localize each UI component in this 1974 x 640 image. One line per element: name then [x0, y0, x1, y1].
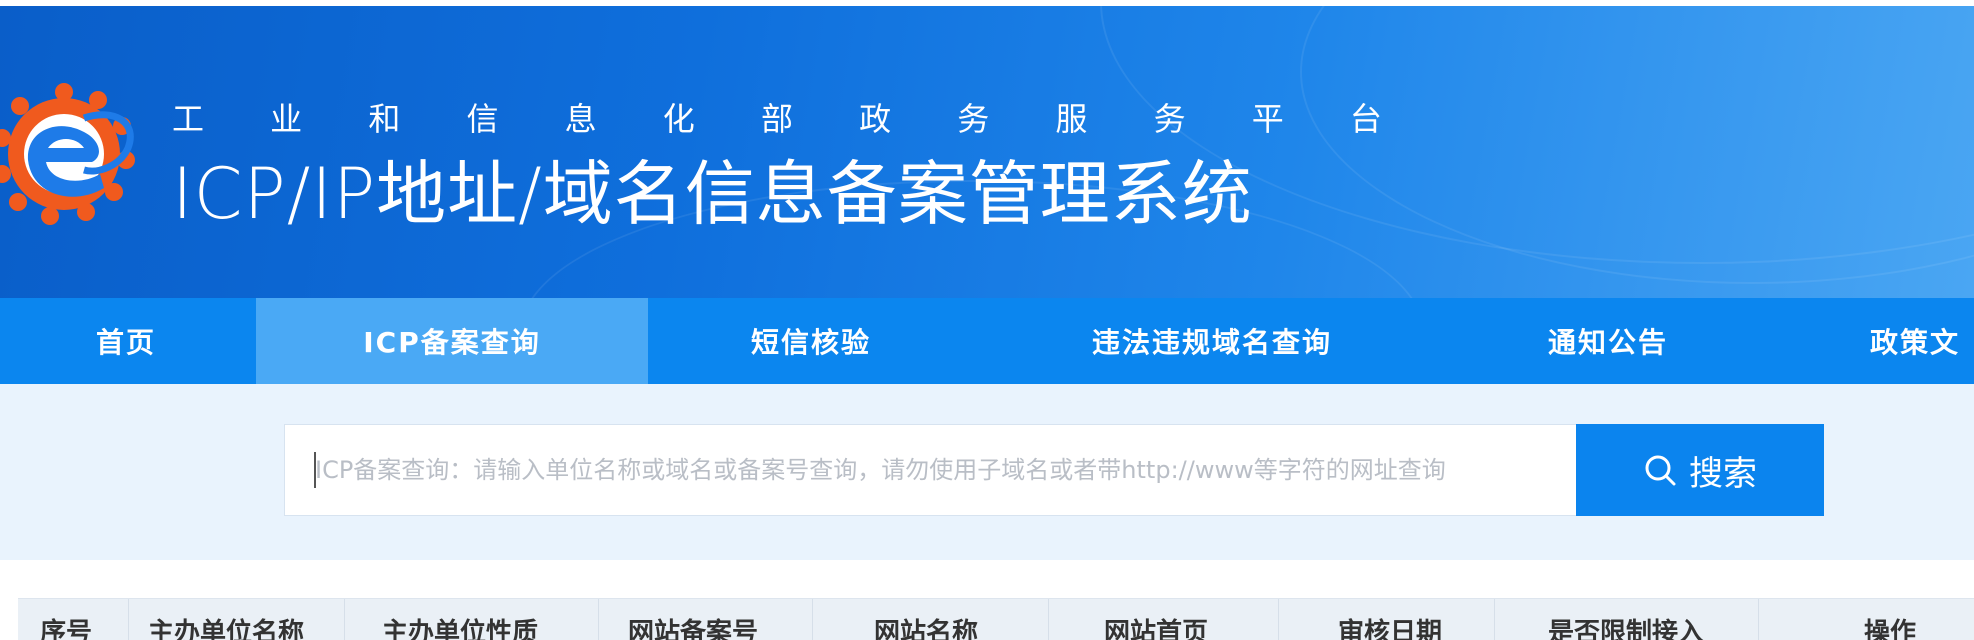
subtitle-char: 化 — [662, 100, 695, 138]
column-header-index: 序号 — [40, 618, 93, 640]
column-header-access-restricted: 是否限制接入 — [1548, 618, 1705, 640]
icp-search-input[interactable] — [284, 424, 1576, 516]
subtitle-char: 台 — [1349, 100, 1382, 138]
miit-gear-e-logo-icon — [0, 83, 135, 225]
column-divider — [598, 599, 599, 640]
nav-item-notices[interactable]: 通知公告 — [1450, 298, 1766, 384]
column-header-site-name: 网站名称 — [874, 618, 979, 640]
subtitle-char: 政 — [859, 100, 892, 138]
column-divider — [1494, 599, 1495, 640]
column-divider — [812, 599, 813, 640]
nav-item-policy[interactable]: 政策文 — [1848, 298, 1974, 384]
subtitle-char: 平 — [1251, 100, 1284, 138]
subtitle-char: 务 — [957, 100, 990, 138]
subtitle-char: 息 — [564, 100, 597, 138]
nav-item-illegal-domain-query[interactable]: 违法违规域名查询 — [974, 298, 1450, 384]
nav-item-label: 短信核验 — [750, 326, 871, 359]
header-banner: 工 业 和 信 息 化 部 政 务 服 务 平 台 ICP/IP地址/域名信息备… — [0, 0, 1974, 298]
nav-item-sms-verify[interactable]: 短信核验 — [648, 298, 974, 384]
nav-item-icp-query[interactable]: ICP备案查询 — [256, 298, 648, 384]
search-button[interactable]: 搜索 — [1576, 424, 1824, 516]
column-header-filing-number: 网站备案号 — [628, 618, 759, 640]
subtitle-char: 信 — [466, 100, 499, 138]
subtitle-char: 工 — [172, 100, 205, 138]
column-header-actions: 操作 — [1864, 618, 1917, 640]
app-window: 工 业 和 信 息 化 部 政 务 服 务 平 台 ICP/IP地址/域名信息备… — [0, 0, 1974, 640]
column-header-review-date: 审核日期 — [1338, 618, 1443, 640]
subtitle-char: 和 — [368, 100, 401, 138]
search-icon — [1645, 455, 1676, 486]
nav-item-label: 政策文 — [1870, 326, 1961, 359]
nav-item-home[interactable]: 首页 — [0, 298, 252, 384]
subtitle-char: 服 — [1055, 100, 1088, 138]
column-divider — [1278, 599, 1279, 640]
nav-item-label: 违法违规域名查询 — [1091, 326, 1332, 359]
nav-item-label: 通知公告 — [1547, 326, 1668, 359]
text-caret — [314, 452, 316, 488]
header-subtitle: 工 业 和 信 息 化 部 政 务 服 务 平 台 — [172, 94, 1382, 144]
background-wave — [1300, 0, 1974, 284]
subtitle-char: 部 — [760, 100, 793, 138]
nav-item-label: ICP备案查询 — [363, 326, 541, 359]
column-header-organizer-type: 主办单位性质 — [382, 618, 539, 640]
subtitle-char: 业 — [270, 100, 303, 138]
column-header-homepage: 网站首页 — [1104, 618, 1209, 640]
main-nav: 首页 ICP备案查询 短信核验 违法违规域名查询 通知公告 政策文 — [0, 298, 1974, 384]
results-table-header: 序号 主办单位名称 主办单位性质 网站备案号 网站名称 网站首页 审核日期 是否… — [18, 598, 1974, 640]
nav-item-label: 首页 — [95, 326, 156, 359]
column-divider — [128, 599, 129, 640]
column-divider — [344, 599, 345, 640]
column-divider — [1048, 599, 1049, 640]
subtitle-char: 务 — [1153, 100, 1186, 138]
system-title: ICP/IP地址/域名信息备案管理系统 — [172, 153, 1253, 235]
search-button-label: 搜索 — [1689, 453, 1757, 494]
column-header-organizer-name: 主办单位名称 — [148, 618, 305, 640]
column-divider — [1758, 599, 1759, 640]
